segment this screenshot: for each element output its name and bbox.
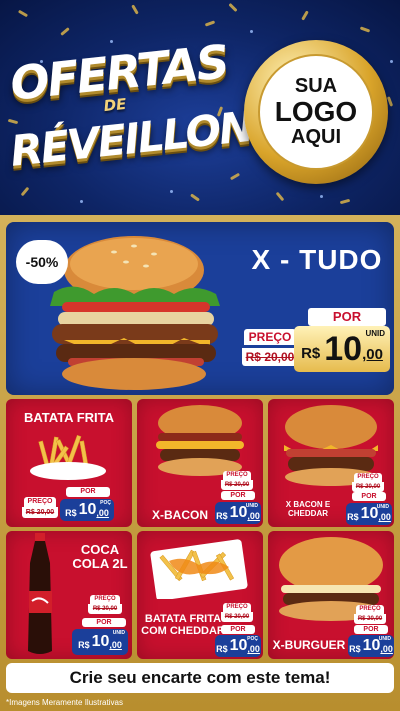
- price-integer: 10: [91, 633, 110, 650]
- price-currency: R$: [216, 510, 228, 521]
- soda-bottle-image: [28, 533, 52, 654]
- por-label: POR: [221, 625, 255, 634]
- preco-label: PREÇO: [90, 595, 120, 604]
- product-price: R$ 10 ,00 UNID: [215, 502, 261, 524]
- product-card-x-bacon[interactable]: X-BACON PREÇO R$ 20,00 POR R$ 10 ,00 UNI…: [137, 399, 263, 527]
- product-name: BATATA FRITA: [23, 410, 114, 425]
- price-currency: R$: [78, 639, 90, 650]
- discount-badge: -50%: [16, 240, 68, 284]
- logo-placeholder: SUA LOGO AQUI: [258, 54, 374, 170]
- price-unit: POÇ: [100, 500, 111, 506]
- por-label: POR: [352, 492, 386, 501]
- price-integer: 10: [360, 505, 379, 522]
- price-unit: UNID: [112, 630, 125, 636]
- price-decimal: ,00: [96, 508, 109, 518]
- burger-image: [156, 405, 244, 476]
- price-currency: R$: [65, 507, 77, 518]
- price-decimal: ,00: [109, 640, 122, 650]
- product-card-batata-frita[interactable]: BATATA FRITA PREÇO R$ 20,00 POR R$ 10 ,0…: [6, 399, 132, 527]
- old-price: R$ 20,00: [88, 604, 122, 614]
- product-price: R$ 10 ,00 POÇ: [60, 499, 114, 521]
- promo-title: OFERTAS DE RÉVEILLON: [8, 34, 255, 188]
- preco-label: PREÇO: [354, 473, 382, 482]
- price-decimal: ,00: [378, 512, 391, 522]
- preco-label: PREÇO: [356, 605, 384, 614]
- logo-line-2: LOGO: [274, 96, 358, 128]
- logo-line-1: SUA: [294, 75, 338, 98]
- por-label: POR: [66, 487, 110, 497]
- product-price: R$ 10 ,00 POÇ: [215, 635, 261, 657]
- logo-placeholder-badge: SUA LOGO AQUI: [244, 40, 388, 184]
- price-currency: R$: [347, 511, 359, 522]
- title-de: DE: [102, 94, 128, 116]
- fries-cheddar-image: [150, 539, 248, 599]
- preco-label: PREÇO: [223, 471, 251, 480]
- logo-line-3: AQUI: [291, 125, 341, 148]
- product-card-x-bacon-cheddar[interactable]: X BACON E CHEDDAR PREÇO R$ 20,00 POR R$ …: [268, 399, 394, 527]
- fries-image: [30, 435, 106, 480]
- price-decimal: ,00: [247, 511, 260, 521]
- preco-label: PREÇO: [244, 329, 296, 345]
- featured-price: R$ 10 ,00 UNID: [294, 326, 390, 372]
- price-currency: R$: [349, 643, 361, 654]
- price-currency: R$: [216, 643, 228, 654]
- por-label: POR: [221, 491, 255, 500]
- price-unit: POÇ: [247, 636, 258, 642]
- disclaimer-text: *Imagens Meramente Ilustrativas: [6, 698, 123, 707]
- product-name: BATATA FRITA COM CHEDDAR: [141, 613, 225, 638]
- product-price: R$ 10 ,00 UNID: [348, 635, 394, 657]
- product-card-x-burguer[interactable]: X-BURGUER PREÇO R$ 20,00 POR R$ 10 ,00 U…: [268, 531, 394, 659]
- product-card-coca-cola[interactable]: COCA COLA 2L PREÇO R$ 20,00 POR R$ 10 ,0…: [6, 531, 132, 659]
- old-price: R$ 20,00: [352, 482, 384, 492]
- preco-label: PREÇO: [24, 497, 56, 507]
- price-integer: 10: [229, 504, 248, 521]
- price-integer: 10: [229, 637, 248, 654]
- featured-product-card[interactable]: -50% X - TUDO POR PREÇO R$ 20,00 R$ 10 ,…: [6, 222, 394, 395]
- header-banner: OFERTAS DE RÉVEILLON SUA LOGO AQUI: [0, 0, 400, 215]
- price-decimal: ,00: [380, 644, 393, 654]
- price-decimal: ,00: [362, 345, 383, 363]
- price-unit: UNID: [378, 636, 391, 642]
- old-price: R$ 20,00: [221, 612, 253, 622]
- price-unit: UNID: [365, 329, 385, 338]
- old-price: R$ 20,00: [354, 614, 386, 624]
- price-integer: 10: [78, 501, 97, 518]
- price-unit: UNID: [376, 504, 389, 510]
- product-name: COCA COLA 2L: [72, 542, 128, 572]
- price-integer: 10: [324, 329, 363, 368]
- product-name: X-BURGUER: [272, 638, 346, 652]
- title-reveillon: RÉVEILLON: [8, 101, 255, 176]
- por-label: POR: [82, 618, 126, 627]
- old-price: R$ 20,00: [221, 480, 253, 490]
- price-unit: UNID: [245, 503, 258, 509]
- product-price: R$ 10 ,00 UNID: [346, 503, 392, 525]
- por-label: POR: [354, 625, 388, 634]
- featured-product-name: X - TUDO: [251, 244, 383, 275]
- price-integer: 10: [362, 637, 381, 654]
- por-label: POR: [308, 308, 386, 326]
- cta-banner[interactable]: Crie seu encarte com este tema!: [6, 663, 394, 693]
- price-decimal: ,00: [247, 644, 260, 654]
- old-price: R$ 20,00: [242, 348, 298, 366]
- product-name: X-BACON: [152, 508, 208, 522]
- price-currency: R$: [301, 344, 321, 362]
- old-price: R$ 20,00: [22, 507, 58, 518]
- offers-panel: -50% X - TUDO POR PREÇO R$ 20,00 R$ 10 ,…: [0, 215, 400, 711]
- preco-label: PREÇO: [223, 603, 251, 612]
- product-price: R$ 10 ,00 UNID: [72, 629, 128, 655]
- product-card-batata-cheddar[interactable]: BATATA FRITA COM CHEDDAR PREÇO R$ 20,00 …: [137, 531, 263, 659]
- product-name: X BACON E CHEDDAR: [285, 500, 331, 518]
